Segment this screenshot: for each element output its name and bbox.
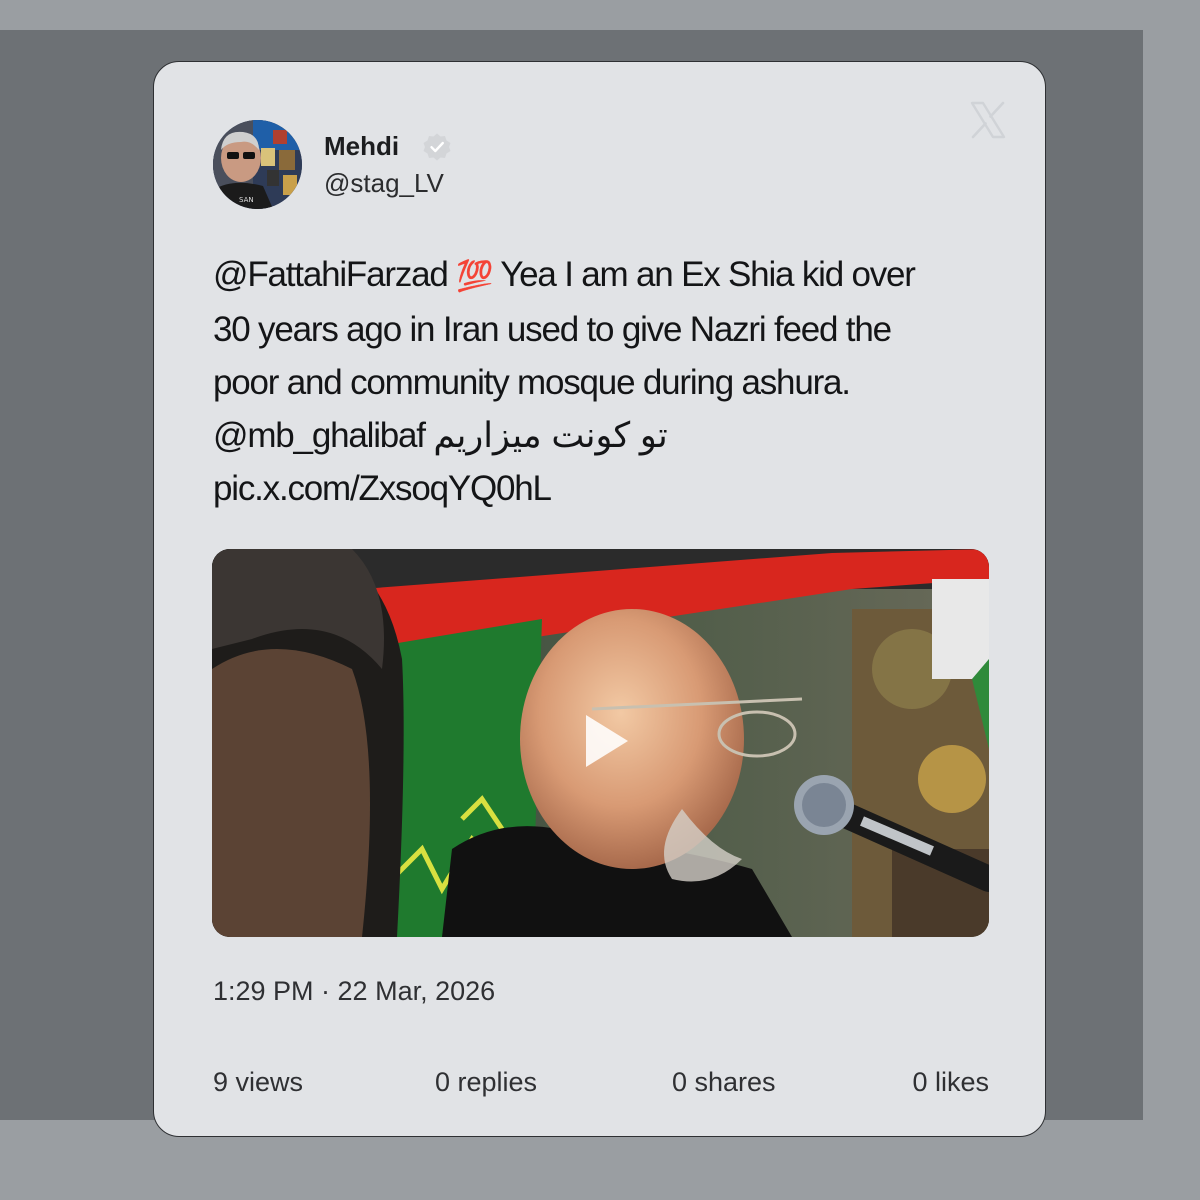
author-handle[interactable]: @stag_LV	[324, 167, 444, 199]
x-logo-icon[interactable]	[968, 100, 1008, 140]
media-link[interactable]: pic.x.com/ZxsoqYQ0hL	[213, 462, 993, 515]
verified-badge-icon	[423, 133, 451, 161]
video-thumbnail[interactable]	[212, 549, 989, 937]
play-icon[interactable]	[582, 711, 632, 771]
avatar-photo: SAN	[213, 120, 302, 209]
post-text-segment: Yea I am an Ex Shia kid over	[492, 255, 916, 294]
post-timestamp[interactable]: 1:29 PM · 22 Mar, 2026	[213, 974, 495, 1008]
author-display-name[interactable]: Mehdi	[324, 130, 399, 162]
post-text-line-4: @mb_ghalibaf تو کونت میزاریم	[213, 416, 669, 455]
views-count: 9 views	[213, 1067, 304, 1097]
post-card: SAN Mehdi @stag_LV @FattahiFarzad 💯 Yea …	[153, 61, 1046, 1137]
post-text-line-2: 30 years ago in Iran used to give Nazri …	[213, 310, 892, 349]
hundred-points-emoji: 💯	[456, 260, 493, 293]
post-text-line-1: @FattahiFarzad 💯 Yea I am an Ex Shia kid…	[213, 248, 993, 303]
user-avatar[interactable]: SAN	[213, 120, 302, 209]
shares-count[interactable]: 0 shares	[672, 1065, 776, 1099]
svg-text:SAN: SAN	[239, 196, 254, 204]
post-text-line-3: poor and community mosque during ashura.	[213, 363, 851, 402]
likes-count[interactable]: 0 likes	[912, 1065, 989, 1099]
replies-count[interactable]: 0 replies	[435, 1065, 537, 1099]
post-stats: 9 views 0 replies 0 shares 0 likes	[213, 1065, 989, 1099]
mention-link-fattahifarzad[interactable]: @FattahiFarzad	[213, 255, 456, 294]
post-text: @FattahiFarzad 💯 Yea I am an Ex Shia kid…	[213, 248, 993, 515]
